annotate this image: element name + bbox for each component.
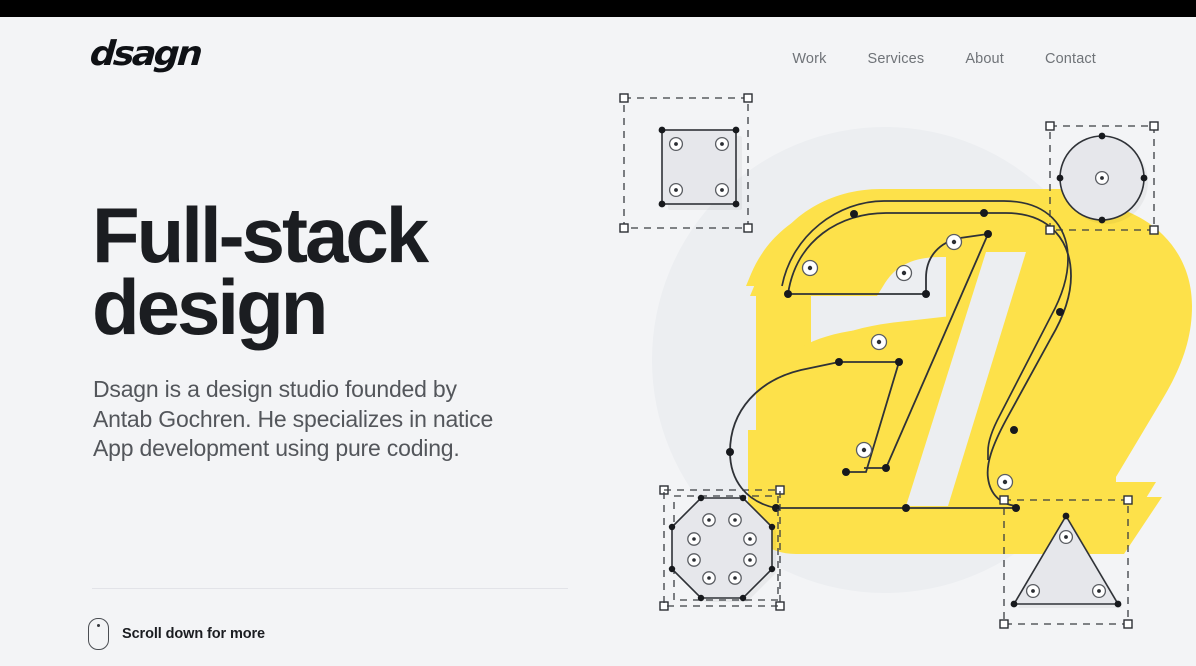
control-handle: [743, 532, 757, 546]
hero-artwork: [596, 70, 1196, 666]
control-handle: [1025, 583, 1041, 599]
hero-copy: Full-stack design Dsagn is a design stud…: [92, 191, 612, 461]
control-handle: [1094, 170, 1110, 186]
scroll-hint-label: Scroll down for more: [122, 626, 266, 642]
browser-chrome-bar: [0, 0, 1196, 17]
control-handle: [668, 182, 684, 198]
control-handle: [702, 513, 716, 527]
control-handle: [801, 259, 819, 277]
control-handle: [1058, 529, 1074, 545]
site-header: dsagn Work Services About Contact: [0, 17, 1196, 99]
control-handle: [1091, 583, 1107, 599]
control-handle: [945, 233, 963, 251]
control-handle: [714, 136, 730, 152]
primary-navigation: Work Services About Contact: [792, 51, 1096, 67]
page-title: Full-stack design: [92, 191, 429, 351]
control-handle: [702, 571, 716, 585]
brand-logo[interactable]: dsagn: [89, 34, 202, 74]
nav-item-contact[interactable]: Contact: [1045, 51, 1096, 67]
nav-item-services[interactable]: Services: [868, 51, 925, 67]
section-divider: [92, 588, 568, 589]
scroll-down-hint[interactable]: Scroll down for more: [88, 618, 265, 650]
nav-item-about[interactable]: About: [965, 51, 1004, 67]
control-handle: [743, 553, 757, 567]
control-handle: [855, 441, 873, 459]
nav-item-work[interactable]: Work: [792, 51, 826, 67]
control-handle: [895, 264, 913, 282]
control-handle: [870, 333, 888, 351]
control-handle: [668, 136, 684, 152]
control-handle: [687, 553, 701, 567]
page-root: dsagn Work Services About Contact Full-s…: [0, 0, 1196, 666]
control-handle: [728, 513, 742, 527]
control-handle: [996, 473, 1014, 491]
mouse-icon: [88, 618, 109, 650]
control-handle: [714, 182, 730, 198]
control-handle: [687, 532, 701, 546]
hero-description: Dsagn is a design studio founded by Anta…: [93, 376, 494, 462]
control-handle: [728, 571, 742, 585]
